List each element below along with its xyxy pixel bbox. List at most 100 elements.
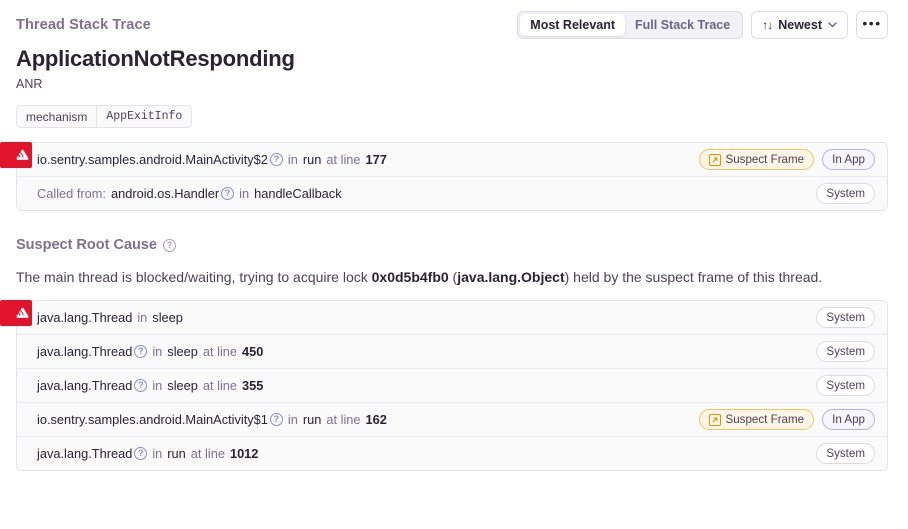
- frame-function: sleep: [152, 310, 183, 326]
- frame-function: run: [302, 412, 322, 428]
- frame-badges: System: [816, 307, 875, 329]
- mechanism-tag[interactable]: mechanism AppExitInfo: [16, 105, 193, 128]
- stack-frame-row[interactable]: io.sentry.samples.android.MainActivity$1…: [17, 402, 887, 437]
- root-cause-frame-list: java.lang.Thread in sleep System java.la…: [16, 300, 888, 472]
- frame-called-from-label: Called from:: [37, 186, 106, 201]
- suspect-frame-label: Suspect Frame: [725, 153, 805, 166]
- frame-function: run: [167, 446, 186, 462]
- frame-signature: Called from: android.os.Handler ? in han…: [37, 186, 342, 201]
- status-badge-system[interactable]: System: [816, 443, 875, 465]
- frame-badges: System: [816, 443, 875, 465]
- header-controls: Most Relevant Full Stack Trace ↑↓ Newest…: [517, 11, 888, 39]
- suspect-root-cause-heading: Suspect Root Cause ?: [16, 237, 892, 253]
- root-cause-frame-list-wrap: java.lang.Thread in sleep System java.la…: [0, 300, 888, 472]
- sort-order-label: Newest: [778, 18, 822, 32]
- sentry-logo-marker-icon: [0, 300, 32, 327]
- frame-line-number: 162: [365, 412, 387, 428]
- help-circle-icon[interactable]: ?: [269, 413, 283, 427]
- help-circle-icon[interactable]: ?: [221, 187, 235, 200]
- stack-frame-row[interactable]: Called from: android.os.Handler ? in han…: [17, 176, 887, 210]
- root-cause-paren-open: (: [448, 269, 458, 285]
- status-badge-in-app[interactable]: In App: [822, 149, 875, 170]
- sort-arrows-icon: ↑↓: [762, 18, 773, 32]
- more-options-button[interactable]: •••: [856, 11, 888, 39]
- status-badge-system[interactable]: System: [816, 307, 875, 329]
- frame-line-number: 1012: [229, 446, 259, 462]
- primary-frame-list: io.sentry.samples.android.MainActivity$2…: [16, 142, 888, 211]
- frame-signature: io.sentry.samples.android.MainActivity$2…: [37, 152, 387, 167]
- mechanism-tag-value[interactable]: AppExitInfo: [96, 106, 191, 127]
- status-badge-suspect-frame[interactable]: Suspect Frame: [698, 149, 815, 170]
- tab-most-relevant[interactable]: Most Relevant: [520, 14, 626, 36]
- frame-line-number: 450: [242, 344, 264, 360]
- sentry-logo-marker-icon: [0, 142, 32, 168]
- external-link-box-icon: [708, 153, 721, 166]
- stack-frame-row[interactable]: java.lang.Thread ? in sleep at line 355 …: [17, 368, 887, 403]
- frame-package: java.lang.Thread: [37, 344, 133, 360]
- page-title: Thread Stack Trace: [16, 17, 151, 33]
- frame-at-line-keyword: at line: [202, 344, 238, 360]
- root-cause-text-before: The main thread is blocked/waiting, tryi…: [16, 269, 372, 285]
- error-subtitle: ANR: [16, 77, 43, 91]
- frame-badges: System: [816, 375, 875, 397]
- stack-view-segmented-control[interactable]: Most Relevant Full Stack Trace: [517, 11, 744, 39]
- frame-signature: java.lang.Thread ? in sleep at line 355: [37, 378, 263, 393]
- frame-function: run: [302, 152, 322, 167]
- root-cause-lock-class: java.lang.Object: [457, 269, 565, 285]
- stack-frame-row[interactable]: java.lang.Thread ? in sleep at line 450 …: [17, 334, 887, 369]
- error-title-block: ApplicationNotResponding ANR: [0, 36, 908, 91]
- frame-package: android.os.Handler: [110, 186, 220, 201]
- status-badge-system[interactable]: System: [816, 375, 875, 397]
- stack-frame-row[interactable]: java.lang.Thread in sleep System: [17, 301, 887, 335]
- frame-in-keyword: in: [287, 412, 298, 428]
- frame-line-number: 355: [242, 378, 264, 394]
- primary-frame-list-wrap: io.sentry.samples.android.MainActivity$2…: [0, 142, 888, 211]
- suspect-root-cause-description: The main thread is blocked/waiting, tryi…: [16, 268, 892, 286]
- chevron-down-icon: [828, 20, 837, 30]
- frame-at-line-keyword: at line: [202, 378, 238, 394]
- external-link-box-icon: [708, 413, 721, 426]
- stack-frame-row[interactable]: java.lang.Thread ? in run at line 1012 S…: [17, 436, 887, 471]
- sort-order-dropdown[interactable]: ↑↓ Newest: [751, 11, 848, 39]
- help-circle-icon[interactable]: ?: [134, 345, 148, 359]
- frame-package: io.sentry.samples.android.MainActivity$2: [37, 152, 268, 167]
- frame-package: java.lang.Thread: [37, 446, 133, 462]
- help-circle-icon[interactable]: ?: [134, 379, 148, 393]
- frame-signature: java.lang.Thread ? in sleep at line 450: [37, 344, 263, 359]
- frame-in-keyword: in: [137, 310, 148, 326]
- frame-package: java.lang.Thread: [37, 310, 133, 326]
- frame-badges: System: [816, 183, 875, 204]
- status-badge-system[interactable]: System: [816, 341, 875, 363]
- frame-at-line-keyword: at line: [190, 446, 225, 462]
- mechanism-tag-key: mechanism: [26, 109, 88, 124]
- stack-frame-row[interactable]: io.sentry.samples.android.MainActivity$2…: [17, 143, 887, 176]
- frame-at-line-keyword: at line: [326, 152, 361, 167]
- status-badge-system[interactable]: System: [816, 183, 875, 204]
- help-circle-icon[interactable]: ?: [269, 153, 283, 166]
- frame-in-keyword: in: [239, 186, 250, 201]
- thread-stack-trace-page: Thread Stack Trace Most Relevant Full St…: [0, 0, 908, 529]
- frame-badges: Suspect Frame In App: [698, 409, 875, 431]
- frame-function: sleep: [167, 378, 198, 394]
- frame-signature: java.lang.Thread ? in run at line 1012: [37, 446, 258, 461]
- frame-badges: Suspect Frame In App: [698, 149, 875, 170]
- frame-package: java.lang.Thread: [37, 378, 133, 394]
- frame-signature: java.lang.Thread in sleep: [37, 310, 183, 325]
- root-cause-text-after: held by the suspect frame of this thread…: [569, 269, 823, 285]
- help-circle-icon[interactable]: ?: [163, 238, 176, 252]
- help-circle-icon[interactable]: ?: [134, 447, 148, 461]
- frame-in-keyword: in: [287, 152, 298, 167]
- tab-full-stack-trace[interactable]: Full Stack Trace: [625, 14, 740, 36]
- status-badge-suspect-frame[interactable]: Suspect Frame: [698, 409, 815, 431]
- frame-in-keyword: in: [152, 378, 163, 394]
- frame-at-line-keyword: at line: [326, 412, 361, 428]
- frame-function: sleep: [167, 344, 198, 360]
- frame-badges: System: [816, 341, 875, 363]
- frame-signature: io.sentry.samples.android.MainActivity$1…: [37, 412, 387, 427]
- frame-function: handleCallback: [254, 186, 342, 201]
- status-badge-in-app[interactable]: In App: [822, 409, 875, 431]
- stack-trace-header: Thread Stack Trace Most Relevant Full St…: [0, 0, 908, 39]
- suspect-root-cause-label: Suspect Root Cause: [16, 237, 157, 253]
- frame-package: io.sentry.samples.android.MainActivity$1: [37, 412, 268, 428]
- suspect-frame-label: Suspect Frame: [725, 413, 805, 427]
